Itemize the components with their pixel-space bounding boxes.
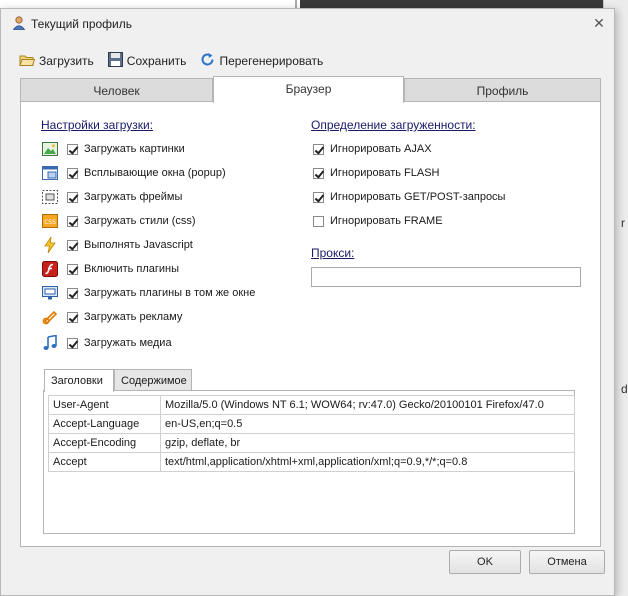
background-edge-text: d [621,382,628,396]
table-row[interactable]: Accept text/html,application/xhtml+xml,a… [48,452,575,472]
option-advertising[interactable]: Загружать рекламу [41,308,182,326]
regenerate-label: Перегенерировать [219,54,324,68]
option-label: Загружать медиа [84,337,172,349]
tab-browser[interactable]: Браузер [213,76,404,103]
checkbox[interactable] [313,215,324,227]
option-load-css[interactable]: CSS Загружать стили (css) [41,212,196,230]
table-row[interactable]: User-Agent Mozilla/5.0 (Windows NT 6.1; … [48,395,575,415]
option-label: Загружать плагины в том же окне [84,287,256,299]
subtab-headers[interactable]: Заголовки [44,369,114,392]
header-value[interactable]: text/html,application/xhtml+xml,applicat… [160,452,575,472]
save-button[interactable]: Сохранить [107,52,187,70]
regenerate-button[interactable]: Перегенерировать [200,52,323,70]
header-value[interactable]: gzip, deflate, br [160,433,575,453]
header-key[interactable]: User-Agent [48,395,161,415]
background-app-strip [300,0,628,8]
load-label: Загрузить [39,54,94,68]
option-label: Всплывающие окна (popup) [84,167,226,179]
proxy-input[interactable] [311,267,581,287]
title-bar: Текущий профиль ✕ [1,9,614,39]
css-icon: CSS [41,212,59,230]
option-ignore-ajax[interactable]: Игнорировать AJAX [313,140,432,158]
proxy-label: Прокси: [311,246,355,260]
option-media[interactable]: Загружать медиа [41,334,172,352]
option-javascript[interactable]: Выполнять Javascript [41,236,193,254]
folder-icon [19,53,39,70]
option-ignore-frame[interactable]: Игнорировать FRAME [313,212,443,230]
header-value[interactable]: en-US,en;q=0.5 [160,414,575,434]
checkbox[interactable] [67,311,78,323]
headers-grid: User-Agent Mozilla/5.0 (Windows NT 6.1; … [43,390,575,534]
option-popups[interactable]: Всплывающие окна (popup) [41,164,226,182]
checkbox[interactable] [67,239,78,251]
option-ignore-flash[interactable]: Игнорировать FLASH [313,164,439,182]
option-label: Включить плагины [84,263,180,275]
load-settings-title: Настройки загрузки: [41,118,154,132]
refresh-icon [200,52,219,70]
music-note-icon [41,334,59,352]
tab-human[interactable]: Человек [20,78,213,102]
option-label: Загружать стили (css) [84,215,196,227]
header-key[interactable]: Accept-Encoding [48,433,161,453]
lightning-icon [41,236,59,254]
tab-profile[interactable]: Профиль [404,78,601,102]
option-label: Игнорировать GET/POST-запросы [330,191,506,203]
cancel-button[interactable]: Отмена [529,550,605,574]
profile-tabs: Человек Браузер Профиль [20,76,601,103]
checkbox[interactable] [313,191,324,203]
checkbox[interactable] [67,287,78,299]
window-title: Текущий профиль [31,17,133,31]
load-detection-title: Определение загруженности: [311,118,476,132]
table-row[interactable]: Accept-Language en-US,en;q=0.5 [48,414,575,434]
checkbox[interactable] [67,167,78,179]
checkbox[interactable] [67,337,78,349]
option-label: Загружать рекламу [84,311,183,323]
table-row[interactable]: Accept-Encoding gzip, deflate, br [48,433,575,453]
background-edge-text: r [621,216,625,230]
profile-dialog: Текущий профиль ✕ Загрузить Сохранить Пе… [0,8,615,596]
flash-plugin-icon [41,260,59,278]
option-load-frames[interactable]: Загружать фреймы [41,188,182,206]
toolbar: Загрузить Сохранить Перегенерировать [19,51,337,71]
checkbox[interactable] [313,167,324,179]
image-icon [41,140,59,158]
option-label: Игнорировать FLASH [330,167,440,179]
popup-window-icon [41,164,59,182]
user-icon [12,15,26,33]
option-label: Загружать фреймы [84,191,183,203]
header-value[interactable]: Mozilla/5.0 (Windows NT 6.1; WOW64; rv:4… [160,395,575,415]
option-label: Выполнять Javascript [84,239,193,251]
checkbox[interactable] [67,215,78,227]
frame-icon [41,188,59,206]
option-ignore-getpost[interactable]: Игнорировать GET/POST-запросы [313,188,505,206]
option-label: Загружать картинки [84,143,185,155]
headers-table: User-Agent Mozilla/5.0 (Windows NT 6.1; … [48,395,575,472]
checkbox[interactable] [67,143,78,155]
svg-text:CSS: CSS [44,219,56,226]
ok-button[interactable]: OK [449,550,521,574]
checkbox[interactable] [67,191,78,203]
checkbox[interactable] [67,263,78,275]
browser-tab-panel: Настройки загрузки: Загружать картинки В… [20,101,601,547]
header-key[interactable]: Accept-Language [48,414,161,434]
option-label: Игнорировать AJAX [330,143,432,155]
floppy-disk-icon [107,52,127,70]
advertising-icon [41,308,59,326]
header-key[interactable]: Accept [48,452,161,472]
checkbox[interactable] [313,143,324,155]
option-label: Игнорировать FRAME [330,215,443,227]
option-plugins-same-window[interactable]: Загружать плагины в том же окне [41,284,255,302]
save-label: Сохранить [126,54,187,68]
close-icon[interactable]: ✕ [592,16,606,30]
load-button[interactable]: Загрузить [19,53,94,70]
plugin-window-icon [41,284,59,302]
option-plugins[interactable]: Включить плагины [41,260,179,278]
option-load-images[interactable]: Загружать картинки [41,140,185,158]
subtab-content[interactable]: Содержимое [114,369,192,391]
